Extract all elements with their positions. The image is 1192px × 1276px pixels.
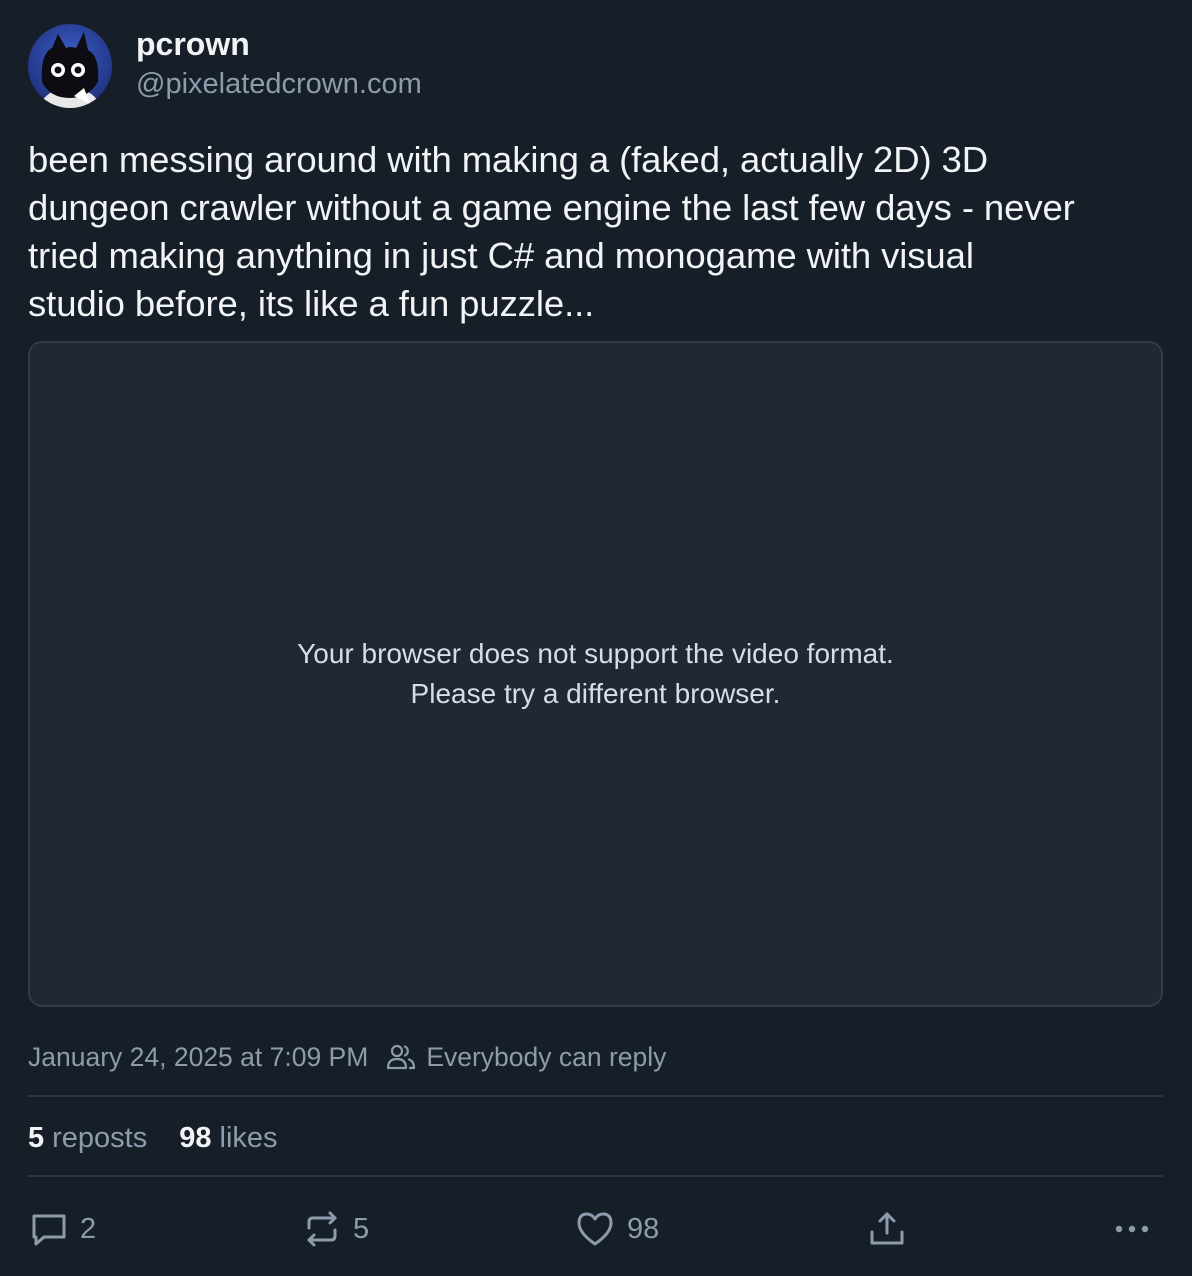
more-options-button[interactable] bbox=[1113, 1204, 1151, 1254]
likes-count: 98 bbox=[179, 1121, 212, 1154]
engagement-stats: 5 reposts 98 likes bbox=[28, 1120, 278, 1156]
reply-setting-label: Everybody can reply bbox=[426, 1041, 667, 1072]
reply-count: 2 bbox=[80, 1212, 97, 1245]
post-text: been messing around with making a (faked… bbox=[28, 139, 1075, 324]
repost-button[interactable]: 5 bbox=[303, 1204, 369, 1254]
divider-bottom bbox=[28, 1175, 1163, 1177]
like-count: 98 bbox=[627, 1212, 660, 1245]
share-icon bbox=[870, 1212, 904, 1245]
avatar[interactable] bbox=[28, 24, 112, 108]
likes-label: likes bbox=[219, 1121, 278, 1154]
divider-top bbox=[28, 1095, 1163, 1097]
reposts-count: 5 bbox=[28, 1121, 45, 1154]
comment-icon bbox=[32, 1214, 66, 1246]
action-bar: 2 5 98 bbox=[28, 1204, 1163, 1254]
repost-icon bbox=[307, 1211, 337, 1247]
repost-count: 5 bbox=[353, 1212, 370, 1245]
post-header: pcrown @pixelatedcrown.com bbox=[28, 24, 1163, 108]
post-card: pcrown @pixelatedcrown.com been messing … bbox=[28, 24, 1163, 1247]
author-handle[interactable]: @pixelatedcrown.com bbox=[136, 66, 422, 102]
reposts-label: reposts bbox=[52, 1121, 148, 1154]
reply-button[interactable]: 2 bbox=[30, 1204, 96, 1254]
post-meta: January 24, 2025 at 7:09 PM Everybody ca… bbox=[28, 1040, 666, 1074]
cat-avatar-icon bbox=[28, 24, 112, 108]
more-horizontal-icon bbox=[1115, 1225, 1149, 1233]
author-names: pcrown @pixelatedcrown.com bbox=[136, 26, 422, 102]
like-button[interactable]: 98 bbox=[575, 1204, 659, 1254]
likes-stat[interactable]: 98 likes bbox=[179, 1122, 277, 1155]
post-timestamp[interactable]: January 24, 2025 at 7:09 PM bbox=[28, 1042, 368, 1073]
heart-icon bbox=[577, 1212, 613, 1246]
video-player[interactable]: Your browser does not support the video … bbox=[28, 341, 1163, 1007]
display-name[interactable]: pcrown bbox=[136, 24, 422, 64]
reposts-stat[interactable]: 5 reposts bbox=[28, 1122, 147, 1155]
people-icon bbox=[387, 1044, 416, 1070]
share-button[interactable] bbox=[868, 1204, 906, 1254]
video-unsupported-message: Your browser does not support the video … bbox=[297, 638, 894, 709]
reply-setting: Everybody can reply bbox=[386, 1042, 666, 1073]
